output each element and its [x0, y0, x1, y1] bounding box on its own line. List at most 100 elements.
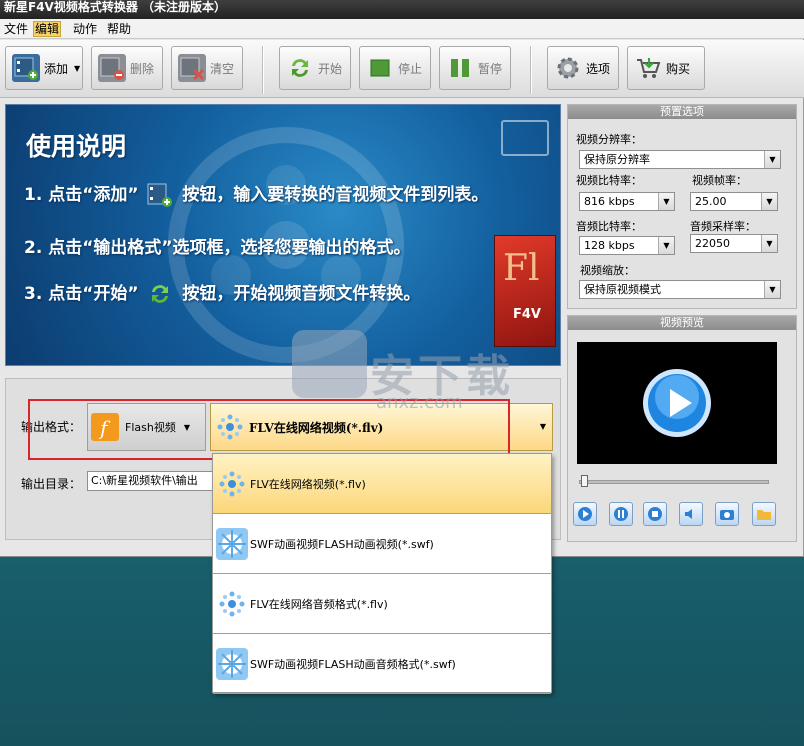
delete-button[interactable]: 删除	[91, 46, 163, 90]
snapshot-button[interactable]	[715, 502, 739, 526]
pause-icon	[446, 54, 474, 82]
output-dir-label: 输出目录：	[21, 477, 82, 491]
open-folder-button[interactable]	[752, 502, 776, 526]
options-button[interactable]: 选项	[547, 46, 619, 90]
film-clear-icon	[178, 54, 206, 82]
fps-value: 25.00	[695, 195, 727, 208]
menu-action[interactable]: 动作	[72, 21, 98, 37]
instruction-step-2: 2. 点击“输出格式”选项框，选择您要输出的格式。	[24, 238, 411, 258]
refresh-icon	[286, 54, 314, 82]
chevron-down-icon: ▼	[764, 151, 780, 168]
start-button[interactable]: 开始	[279, 46, 351, 90]
film-add-icon	[12, 54, 40, 82]
dropdown-option-label: FLV在线网络音频格式(*.flv)	[250, 597, 388, 611]
chevron-down-icon: ▼	[539, 422, 546, 431]
pause-label: 暂停	[478, 61, 503, 76]
seek-handle[interactable]	[581, 475, 588, 487]
sample-rate-value: 22050	[695, 237, 730, 250]
flv-dots-icon	[219, 471, 245, 496]
dropdown-option[interactable]: FLV在线网络音频格式(*.flv)	[213, 574, 551, 634]
pause-button[interactable]: 暂停	[439, 46, 511, 90]
right-panel: 预置选项 视频分辨率： 保持原分辨率 ▼ 视频比特率： 视频帧率： 816 kb…	[567, 104, 797, 542]
instructions-banner: 使用说明 1. 点击“添加” 按钮，输入要转换的音视频文件到列表。 2. 点击“…	[5, 104, 561, 366]
resolution-select[interactable]: 保持原分辨率 ▼	[579, 150, 781, 169]
dropdown-option[interactable]: SWF动画视频FLASH动画音频格式(*.swf)	[213, 634, 551, 694]
film-remove-icon	[98, 54, 126, 82]
title-bar: 新星F4V视频格式转换器 （未注册版本）	[0, 0, 804, 19]
pause-icon	[614, 507, 628, 521]
menu-help[interactable]: 帮助	[106, 21, 132, 37]
buy-button[interactable]: 购买	[627, 46, 705, 90]
play-button[interactable]	[573, 502, 597, 526]
video-bitrate-value: 816 kbps	[584, 195, 635, 208]
resolution-label: 视频分辨率：	[576, 133, 642, 146]
stop-icon	[648, 507, 662, 521]
swf-burst-icon	[216, 647, 248, 680]
instruction-step-1: 1. 点击“添加” 按钮，输入要转换的音视频文件到列表。	[24, 180, 488, 208]
instruction-step-3: 3. 点击“开始” 按钮，开始视频音频文件转换。	[24, 279, 420, 307]
gear-icon	[554, 54, 582, 82]
fps-label: 视频帧率：	[692, 174, 747, 187]
dropdown-option-label: SWF动画视频FLASH动画视频(*.swf)	[250, 537, 434, 551]
menu-file[interactable]: 文件	[3, 21, 29, 37]
flv-dots-icon	[219, 591, 245, 616]
add-button[interactable]: 添加 ▼	[5, 46, 83, 90]
video-scale-value: 保持原视频模式	[584, 283, 661, 296]
video-bitrate-label: 视频比特率：	[576, 174, 642, 187]
chevron-down-icon: ▼	[658, 237, 674, 254]
step-3-text-a: 3. 点击“开始”	[24, 284, 139, 304]
output-dir-input[interactable]: C:\新星视频软件\输出	[87, 471, 213, 491]
clear-label: 清空	[210, 61, 235, 76]
clear-button[interactable]: 清空	[171, 46, 243, 90]
menu-bar: 文件 编辑 动作 帮助	[0, 19, 804, 39]
stop-label: 停止	[398, 61, 423, 76]
step-1-text-b: 按钮，输入要转换的音视频文件到列表。	[182, 185, 489, 205]
dropdown-option[interactable]: FLV在线网络视频(*.flv)	[213, 454, 551, 514]
chevron-down-icon: ▼	[74, 63, 81, 73]
volume-button[interactable]	[679, 502, 703, 526]
audio-bitrate-value: 128 kbps	[584, 239, 635, 252]
chevron-down-icon: ▼	[764, 281, 780, 298]
toolbar: 添加 ▼ 删除 清空 开始 停止 暂停 选项 购买	[0, 40, 804, 98]
dropdown-option-label: FLV在线网络视频(*.flv)	[250, 477, 366, 491]
toolbar-separator	[262, 46, 264, 94]
cart-icon	[634, 54, 662, 82]
camera-icon	[720, 510, 734, 520]
step-1-text-a: 1. 点击“添加”	[24, 185, 139, 205]
video-preview-screen	[577, 342, 777, 464]
add-label: 添加	[44, 61, 69, 76]
audio-bitrate-label: 音频比特率：	[576, 220, 642, 233]
play-icon	[578, 507, 592, 521]
add-film-icon	[147, 182, 173, 208]
buy-label: 购买	[666, 61, 691, 76]
speaker-icon	[685, 509, 692, 519]
options-label: 选项	[586, 61, 611, 76]
window-title: 新星F4V视频格式转换器 （未注册版本）	[4, 0, 227, 14]
refresh-icon	[147, 281, 173, 307]
video-preview-header: 视频预览	[568, 316, 796, 330]
box-logo-text: Fl	[503, 248, 540, 289]
film-strip-icon	[501, 120, 549, 156]
stop-button[interactable]: 停止	[359, 46, 431, 90]
pause-button[interactable]	[609, 502, 633, 526]
watermark-shield-icon	[292, 330, 367, 398]
fps-select[interactable]: 25.00 ▼	[690, 192, 778, 211]
folder-icon	[757, 510, 771, 520]
audio-bitrate-select[interactable]: 128 kbps ▼	[579, 236, 675, 255]
stop-button[interactable]	[643, 502, 667, 526]
menu-edit[interactable]: 编辑	[33, 21, 62, 37]
play-icon[interactable]	[641, 367, 713, 439]
seek-track[interactable]	[579, 480, 769, 484]
sample-rate-select[interactable]: 22050 ▼	[690, 234, 778, 253]
sample-rate-label: 音频采样率：	[690, 220, 756, 233]
dropdown-option-label: SWF动画视频FLASH动画音频格式(*.swf)	[250, 657, 456, 671]
delete-label: 删除	[130, 61, 155, 76]
dropdown-option[interactable]: SWF动画视频FLASH动画视频(*.swf)	[213, 514, 551, 574]
toolbar-separator	[530, 46, 532, 94]
watermark-sub: anxz.com	[376, 392, 463, 413]
preset-options-header: 预置选项	[568, 105, 796, 119]
chevron-down-icon: ▼	[658, 193, 674, 210]
video-bitrate-select[interactable]: 816 kbps ▼	[579, 192, 675, 211]
video-scale-select[interactable]: 保持原视频模式 ▼	[579, 280, 781, 299]
chevron-down-icon: ▼	[761, 193, 777, 210]
